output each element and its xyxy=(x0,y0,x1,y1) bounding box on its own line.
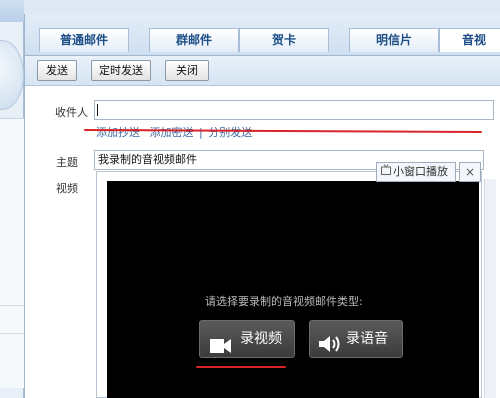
tab-audio-video[interactable]: 音视 xyxy=(439,28,500,52)
add-cc-link[interactable]: 添加抄送 xyxy=(96,126,140,139)
left-panel-header xyxy=(0,0,24,22)
popout-play-button[interactable]: 小窗口播放 xyxy=(376,162,456,182)
to-label: 收件人 xyxy=(55,106,88,119)
tab-greeting-card[interactable]: 贺卡 xyxy=(239,28,329,52)
popout-label: 小窗口播放 xyxy=(393,165,448,178)
record-video-label: 录视频 xyxy=(240,331,282,347)
send-button[interactable]: 发送 xyxy=(37,60,77,81)
tab-normal-mail[interactable]: 普通邮件 xyxy=(39,28,129,52)
subject-field-value: 我录制的音视频邮件 xyxy=(98,153,197,166)
video-player xyxy=(107,181,479,398)
record-audio-button[interactable]: 录语音 xyxy=(309,320,403,358)
scrollbar[interactable] xyxy=(484,179,496,398)
tab-postcard[interactable]: 明信片 xyxy=(349,28,439,52)
annotation-underline xyxy=(196,366,286,368)
text-caret xyxy=(97,104,98,116)
recipient-links: 添加抄送 添加密送 | 分别发送 xyxy=(96,124,252,140)
record-type-hint: 请选择要录制的音视频邮件类型: xyxy=(205,295,363,308)
scheduled-send-button[interactable]: 定时发送 xyxy=(91,60,151,81)
tab-bar: 普通邮件 群邮件 贺卡 明信片 音视 xyxy=(25,14,500,56)
record-audio-label: 录语音 xyxy=(346,331,388,347)
close-button[interactable]: 关闭 xyxy=(165,60,209,81)
toolbar: 发送 定时发送 关闭 xyxy=(25,56,500,86)
separate-send-link[interactable]: 分别发送 xyxy=(208,126,252,139)
add-bcc-link[interactable]: 添加密送 xyxy=(150,126,194,139)
left-panel xyxy=(0,0,24,398)
decorative-logo xyxy=(0,40,24,110)
to-field[interactable] xyxy=(94,100,494,120)
divider xyxy=(0,333,24,334)
subject-label: 主题 xyxy=(56,156,78,169)
divider xyxy=(0,305,24,306)
record-video-button[interactable]: 录视频 xyxy=(199,320,295,358)
player-close-button[interactable]: × xyxy=(459,162,481,182)
video-camera-icon xyxy=(210,332,232,368)
link-separator: | xyxy=(199,126,203,139)
left-panel-body xyxy=(0,118,24,388)
video-label: 视频 xyxy=(56,182,78,195)
tab-group-mail[interactable]: 群邮件 xyxy=(149,28,239,52)
popout-icon xyxy=(381,163,391,181)
speaker-icon xyxy=(318,331,344,367)
